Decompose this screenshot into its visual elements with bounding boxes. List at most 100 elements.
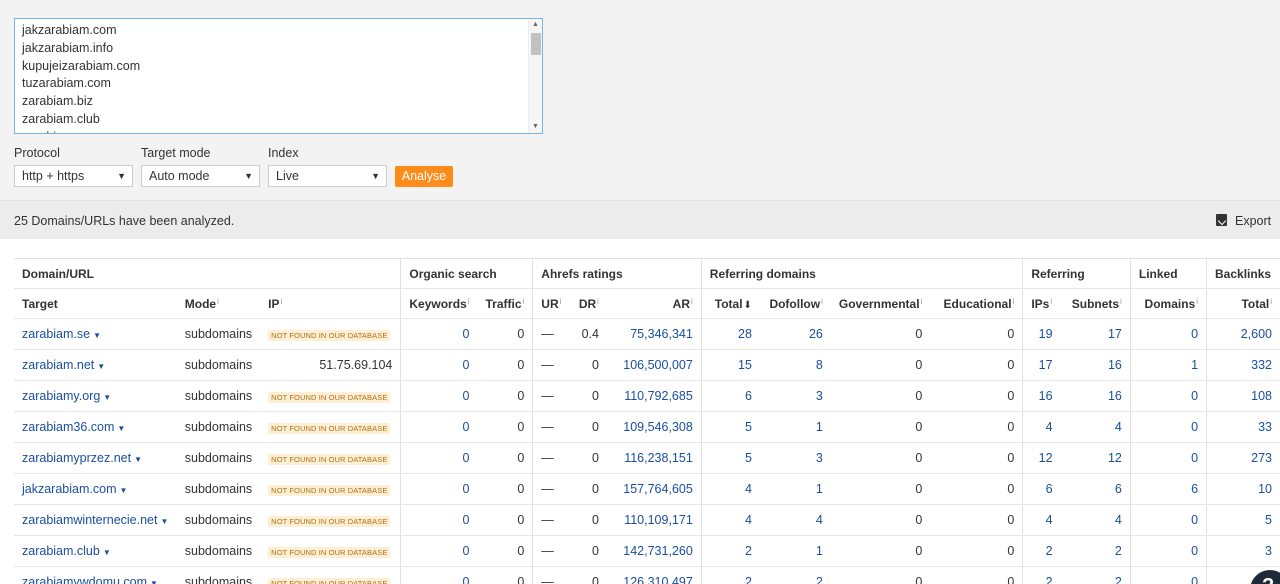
target-text[interactable]: zarabiam.se bbox=[22, 327, 90, 341]
keywords-cell[interactable]: 0 bbox=[400, 380, 478, 412]
urls-textarea[interactable]: jakzarabiam.com jakzarabiam.info kupujeiza… bbox=[14, 18, 543, 134]
dofollow-cell[interactable]: 4 bbox=[759, 504, 831, 536]
target-link[interactable]: zarabiam.net ▼ bbox=[14, 349, 177, 381]
subnets-cell[interactable]: 6 bbox=[1060, 473, 1131, 505]
dofollow-cell[interactable]: 2 bbox=[759, 566, 831, 584]
chevron-down-icon[interactable]: ▼ bbox=[93, 331, 101, 340]
target-link[interactable]: zarabiamy.org ▼ bbox=[14, 380, 177, 412]
col-ip[interactable]: IPi bbox=[260, 288, 401, 319]
dofollow-cell[interactable]: 3 bbox=[759, 380, 831, 412]
col-dr[interactable]: DRi bbox=[570, 288, 607, 319]
target-link[interactable]: zarabiam.club ▼ bbox=[14, 535, 177, 567]
target-link[interactable]: zarabiamywdomu.com ▼ bbox=[14, 566, 177, 584]
target-text[interactable]: zarabiamwinternecie.net bbox=[22, 513, 158, 527]
target-link[interactable]: zarabiam.se ▼ bbox=[14, 318, 177, 350]
subnets-cell[interactable]: 16 bbox=[1060, 380, 1131, 412]
rd-total-cell[interactable]: 5 bbox=[700, 442, 760, 474]
chevron-down-icon[interactable]: ▼ bbox=[150, 579, 158, 584]
linked-domains-cell[interactable]: 0 bbox=[1129, 504, 1207, 536]
col-governmental[interactable]: Governmentali bbox=[830, 288, 931, 319]
target-link[interactable]: zarabiamwinternecie.net ▼ bbox=[14, 504, 177, 536]
col-keywords[interactable]: Keywordsi bbox=[400, 288, 478, 319]
linked-domains-cell[interactable]: 0 bbox=[1129, 318, 1207, 350]
chevron-down-icon[interactable]: ▼ bbox=[134, 455, 142, 464]
export-button[interactable]: Export bbox=[1216, 214, 1271, 228]
linked-domains-cell[interactable]: 0 bbox=[1129, 442, 1207, 474]
protocol-select[interactable]: http + https ▼ bbox=[14, 165, 133, 187]
ips-cell[interactable]: 16 bbox=[1022, 380, 1061, 412]
ips-cell[interactable]: 12 bbox=[1022, 442, 1061, 474]
ips-cell[interactable]: 4 bbox=[1022, 411, 1061, 443]
target-mode-select[interactable]: Auto mode ▼ bbox=[141, 165, 260, 187]
target-text[interactable]: jakzarabiam.com bbox=[22, 482, 116, 496]
linked-domains-cell[interactable]: 6 bbox=[1129, 473, 1207, 505]
keywords-cell[interactable]: 0 bbox=[400, 473, 478, 505]
linked-domains-cell[interactable]: 0 bbox=[1129, 566, 1207, 584]
keywords-cell[interactable]: 0 bbox=[400, 442, 478, 474]
col-total[interactable]: Total⬇ bbox=[700, 288, 760, 319]
rd-total-cell[interactable]: 4 bbox=[700, 473, 760, 505]
keywords-cell[interactable]: 0 bbox=[400, 566, 478, 584]
col-traffic[interactable]: Traffici bbox=[477, 288, 533, 319]
chevron-down-icon[interactable]: ▼ bbox=[161, 517, 169, 526]
col-backlinks-total[interactable]: Totali bbox=[1206, 288, 1280, 319]
analyse-button[interactable]: Analyse bbox=[395, 166, 453, 187]
backlinks-total-cell[interactable]: 5 bbox=[1206, 504, 1280, 536]
ar-cell[interactable]: 109,546,308 bbox=[606, 411, 702, 443]
subnets-cell[interactable]: 2 bbox=[1060, 535, 1131, 567]
backlinks-total-cell[interactable]: 10 bbox=[1206, 473, 1280, 505]
target-link[interactable]: jakzarabiam.com ▼ bbox=[14, 473, 177, 505]
ips-cell[interactable]: 6 bbox=[1022, 473, 1061, 505]
backlinks-total-cell[interactable]: 108 bbox=[1206, 380, 1280, 412]
backlinks-total-cell[interactable]: 2,600 bbox=[1206, 318, 1280, 350]
target-text[interactable]: zarabiam36.com bbox=[22, 420, 114, 434]
linked-domains-cell[interactable]: 0 bbox=[1129, 411, 1207, 443]
col-domains[interactable]: Domainsi bbox=[1129, 288, 1207, 319]
index-select[interactable]: Live ▼ bbox=[268, 165, 387, 187]
subnets-cell[interactable]: 16 bbox=[1060, 349, 1131, 381]
target-link[interactable]: zarabiam36.com ▼ bbox=[14, 411, 177, 443]
ar-cell[interactable]: 126,310,497 bbox=[606, 566, 702, 584]
target-text[interactable]: zarabiamywdomu.com bbox=[22, 575, 147, 584]
chevron-down-icon[interactable]: ▼ bbox=[97, 362, 105, 371]
ar-cell[interactable]: 142,731,260 bbox=[606, 535, 702, 567]
subnets-cell[interactable]: 4 bbox=[1060, 411, 1131, 443]
ips-cell[interactable]: 4 bbox=[1022, 504, 1061, 536]
ar-cell[interactable]: 110,109,171 bbox=[606, 504, 702, 536]
chevron-down-icon[interactable]: ▼ bbox=[103, 548, 111, 557]
rd-total-cell[interactable]: 6 bbox=[700, 380, 760, 412]
col-ar[interactable]: ARi bbox=[606, 288, 702, 319]
linked-domains-cell[interactable]: 1 bbox=[1129, 349, 1207, 381]
scroll-thumb[interactable] bbox=[531, 33, 541, 55]
keywords-cell[interactable]: 0 bbox=[400, 535, 478, 567]
subnets-cell[interactable]: 2 bbox=[1060, 566, 1131, 584]
scroll-up-icon[interactable]: ▲ bbox=[532, 21, 539, 29]
ar-cell[interactable]: 157,764,605 bbox=[606, 473, 702, 505]
ips-cell[interactable]: 17 bbox=[1022, 349, 1061, 381]
target-link[interactable]: zarabiamyprzez.net ▼ bbox=[14, 442, 177, 474]
rd-total-cell[interactable]: 2 bbox=[700, 535, 760, 567]
rd-total-cell[interactable]: 2 bbox=[700, 566, 760, 584]
keywords-cell[interactable]: 0 bbox=[400, 411, 478, 443]
col-dofollow[interactable]: Dofollowi bbox=[759, 288, 831, 319]
rd-total-cell[interactable]: 4 bbox=[700, 504, 760, 536]
rd-total-cell[interactable]: 5 bbox=[700, 411, 760, 443]
ar-cell[interactable]: 106,500,007 bbox=[606, 349, 702, 381]
ar-cell[interactable]: 75,346,341 bbox=[606, 318, 702, 350]
backlinks-total-cell[interactable]: 3 bbox=[1206, 535, 1280, 567]
dofollow-cell[interactable]: 26 bbox=[759, 318, 831, 350]
col-target[interactable]: Target bbox=[14, 288, 177, 319]
keywords-cell[interactable]: 0 bbox=[400, 504, 478, 536]
dofollow-cell[interactable]: 3 bbox=[759, 442, 831, 474]
col-subnets[interactable]: Subnetsi bbox=[1060, 288, 1131, 319]
dofollow-cell[interactable]: 8 bbox=[759, 349, 831, 381]
backlinks-total-cell[interactable]: 332 bbox=[1206, 349, 1280, 381]
scroll-down-icon[interactable]: ▼ bbox=[532, 123, 539, 131]
dofollow-cell[interactable]: 1 bbox=[759, 411, 831, 443]
target-text[interactable]: zarabiamyprzez.net bbox=[22, 451, 131, 465]
col-ur[interactable]: URi bbox=[532, 288, 571, 319]
dofollow-cell[interactable]: 1 bbox=[759, 473, 831, 505]
ips-cell[interactable]: 19 bbox=[1022, 318, 1061, 350]
chevron-down-icon[interactable]: ▼ bbox=[119, 486, 127, 495]
ips-cell[interactable]: 2 bbox=[1022, 535, 1061, 567]
